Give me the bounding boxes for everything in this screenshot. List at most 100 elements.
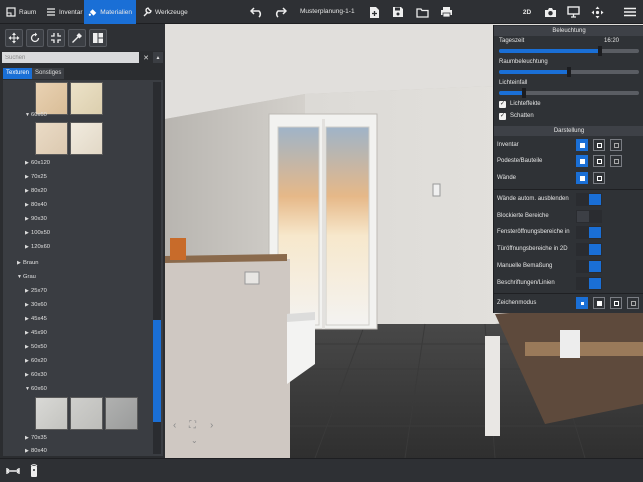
wrench-icon	[143, 7, 152, 17]
search-row: ✕ ▲	[2, 52, 163, 63]
podeste-mode-wire[interactable]	[593, 155, 605, 167]
tree-folder[interactable]: ▶ 90x30	[25, 214, 47, 224]
blockierte-toggle[interactable]	[576, 210, 602, 223]
tree-folder[interactable]: ▶ 60x120	[25, 158, 50, 168]
nav-left-icon[interactable]: ‹	[173, 420, 176, 431]
texture-swatch[interactable]	[70, 122, 103, 155]
tree-folder[interactable]: ▶ 100x50	[25, 228, 50, 238]
scale-tool-button[interactable]	[47, 29, 65, 47]
tageszeit-slider[interactable]	[499, 46, 639, 56]
tab-texturen[interactable]: Texturen	[3, 68, 33, 79]
texture-swatch[interactable]	[70, 82, 103, 115]
nav-down-icon[interactable]: ⌄	[191, 436, 198, 445]
tree-folder[interactable]: ▶ 80x40	[25, 446, 47, 456]
tree-folder[interactable]: ▶ 60x30	[25, 370, 47, 380]
tree-folder[interactable]: ▶ 25x70	[25, 286, 47, 296]
search-input[interactable]	[2, 52, 139, 63]
remote-control-button[interactable]	[26, 463, 42, 479]
tree-label: 80x40	[31, 202, 47, 208]
tree-folder[interactable]: ▶ 45x90	[25, 328, 47, 338]
lichteinfall-slider[interactable]	[499, 88, 639, 98]
tree-folder-60x60-grau[interactable]: ▼60x60	[25, 384, 47, 394]
tree-folder-braun[interactable]: ▶ Braun	[17, 258, 38, 268]
podeste-mode-hidden[interactable]	[610, 155, 622, 167]
rotate-tool-button[interactable]	[26, 29, 44, 47]
waende-mode-solid[interactable]	[576, 172, 588, 184]
texture-swatch[interactable]	[105, 397, 138, 430]
schatten-checkbox[interactable]: ✓	[499, 113, 506, 120]
redo-button[interactable]	[272, 4, 288, 20]
tree-folder[interactable]: ▶ 120x60	[25, 242, 50, 252]
bemassung-toggle[interactable]	[576, 260, 602, 273]
werkzeuge-menu[interactable]: Werkzeuge	[138, 0, 192, 24]
tuer-toggle[interactable]	[576, 243, 602, 256]
lichteffekte-checkbox[interactable]: ✓	[499, 101, 506, 108]
inventar-mode-hidden[interactable]	[610, 139, 622, 151]
tree-folder[interactable]: ▶ 80x20	[25, 186, 47, 196]
materialien-menu[interactable]: Materialien	[84, 0, 136, 24]
display-button[interactable]	[565, 4, 581, 20]
tree-folder[interactable]: ▶ 70x25	[25, 172, 47, 182]
wireframe-icon	[596, 175, 602, 181]
hidden-icon	[630, 300, 636, 306]
tree-label: 120x60	[31, 244, 51, 250]
undo-icon	[250, 7, 262, 18]
nav-right-icon[interactable]: ›	[210, 420, 213, 431]
waende-auto-toggle[interactable]	[576, 193, 602, 206]
navigation-button[interactable]	[589, 4, 605, 20]
tree-folder[interactable]: ▶ 45x45	[25, 314, 47, 324]
waende-mode-wire[interactable]	[593, 172, 605, 184]
texture-tabs: Texturen Sonstiges	[3, 68, 65, 79]
measure-button[interactable]	[5, 463, 21, 479]
print-button[interactable]	[438, 4, 454, 20]
tab-sonstiges[interactable]: Sonstiges	[32, 68, 65, 79]
tree-folder-60x60[interactable]: ▼60x60	[25, 110, 47, 120]
slider-knob[interactable]	[567, 67, 571, 77]
collapse-panel-button[interactable]: ▲	[153, 52, 163, 63]
redo-icon	[275, 7, 287, 18]
zeichenmodus-3[interactable]	[610, 297, 622, 309]
wireframe-icon	[596, 158, 602, 164]
tiles-tool-button[interactable]	[89, 29, 107, 47]
slider-knob[interactable]	[522, 88, 527, 98]
inventar-mode-wire[interactable]	[593, 139, 605, 151]
eyedropper-tool-button[interactable]	[68, 29, 86, 47]
move-tool-button[interactable]	[5, 29, 23, 47]
main-menu-button[interactable]	[622, 4, 638, 20]
slider-knob[interactable]	[597, 46, 602, 56]
raumbeleuchtung-slider[interactable]	[499, 67, 639, 77]
fullscreen-icon[interactable]: ⛶	[189, 420, 196, 431]
new-file-button[interactable]	[366, 4, 382, 20]
raum-menu[interactable]: Raum	[2, 0, 40, 24]
view-mode-2d-button[interactable]: 2D	[519, 4, 535, 20]
zeichenmodus-4[interactable]	[627, 297, 639, 309]
settings-panel: Beleuchtung Tageszeit 16:20 Raumbeleucht…	[493, 25, 643, 313]
texture-swatch[interactable]	[35, 397, 68, 430]
werkzeuge-label: Werkzeuge	[155, 8, 188, 16]
tree-folder[interactable]: ▶ 70x35	[25, 433, 47, 443]
move-arrows-icon	[591, 6, 603, 18]
tree-folder[interactable]: ▶ 60x20	[25, 356, 47, 366]
tree-folder-grau[interactable]: ▼Grau	[17, 272, 36, 282]
zeichenmodus-1[interactable]	[576, 297, 588, 309]
inventar-mode-solid[interactable]	[576, 139, 588, 151]
tree-folder[interactable]: ▶ 30x60	[25, 300, 47, 310]
open-folder-button[interactable]	[414, 4, 430, 20]
texture-swatch[interactable]	[70, 397, 103, 430]
tree-scrollbar[interactable]	[153, 82, 161, 454]
zeichenmodus-2[interactable]	[593, 297, 605, 309]
tree-folder[interactable]: ▶ 80x40	[25, 200, 47, 210]
undo-button[interactable]	[249, 4, 265, 20]
scrollbar-thumb[interactable]	[153, 320, 161, 422]
texture-swatch[interactable]	[35, 122, 68, 155]
fenster-toggle[interactable]	[576, 226, 602, 239]
clear-search-button[interactable]: ✕	[141, 52, 151, 63]
screenshot-button[interactable]	[542, 4, 558, 20]
inventar-menu[interactable]: Inventar	[42, 0, 87, 24]
tree-label: 80x40	[31, 448, 47, 454]
save-button[interactable]	[390, 4, 406, 20]
hidden-icon	[613, 142, 619, 148]
beschriftung-toggle[interactable]	[576, 277, 602, 290]
tree-folder[interactable]: ▶ 50x50	[25, 342, 47, 352]
podeste-mode-solid[interactable]	[576, 155, 588, 167]
